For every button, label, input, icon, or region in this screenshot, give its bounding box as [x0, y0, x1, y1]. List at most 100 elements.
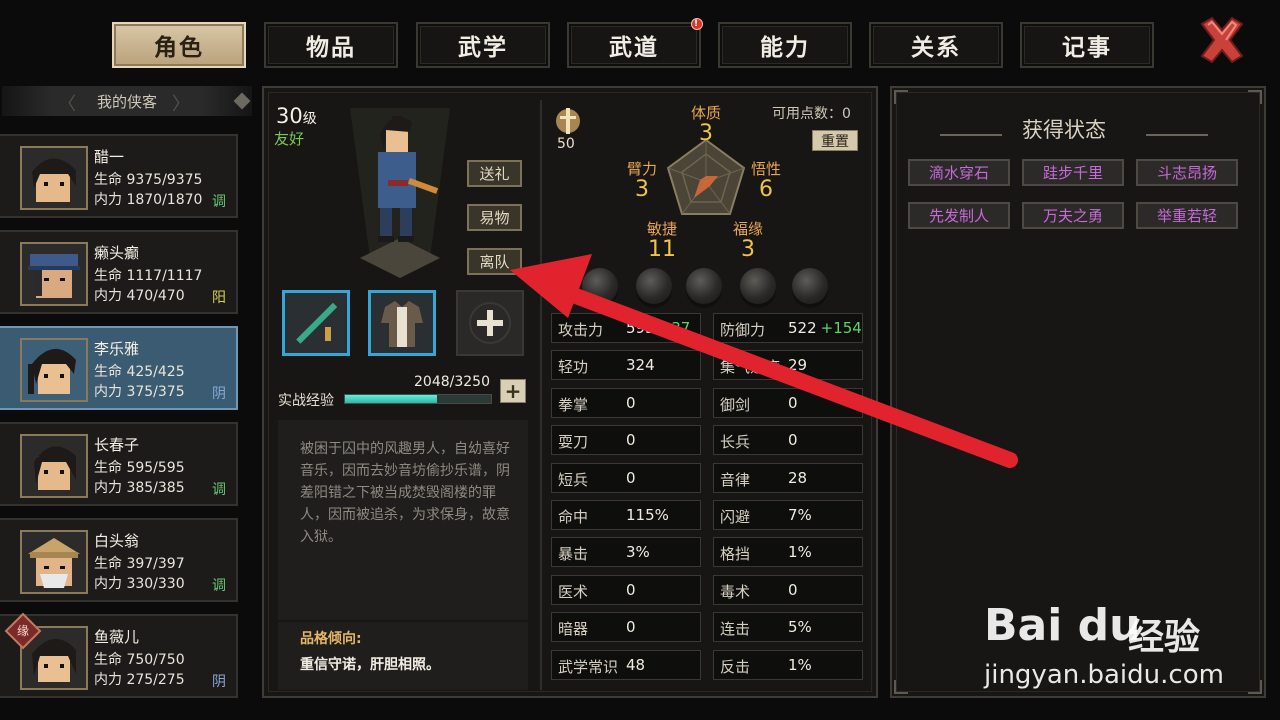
close-icon[interactable] — [1196, 14, 1248, 66]
weapon-slot[interactable] — [282, 290, 350, 356]
stat-value-text: 7% — [788, 506, 812, 524]
tab-martial-way[interactable]: 武道 ! — [567, 18, 703, 68]
stat-row: 毒术 0 — [713, 574, 863, 605]
corner-deco — [1248, 680, 1262, 694]
tab-journal[interactable]: 记事 — [1020, 22, 1154, 68]
stat-row: 御剑 0 — [713, 387, 863, 418]
stat-value: 1% — [788, 656, 812, 674]
stat-value-text: 3% — [626, 543, 650, 562]
trade-button[interactable]: 易物 — [467, 204, 522, 231]
stat-name: 暗器 — [558, 620, 589, 639]
orb-slot[interactable] — [582, 268, 618, 304]
gift-button[interactable]: 送礼 — [467, 160, 522, 187]
stat-value-text: 0 — [788, 580, 798, 599]
stat-row: 连击 5% — [713, 612, 863, 643]
exp-progress-bar — [344, 394, 492, 404]
exp-progress-fill — [345, 395, 437, 403]
member-mp: 内力 470/470 — [94, 288, 185, 304]
member-hp: 生命 750/750 — [94, 652, 185, 668]
stat-value: 522 +154 — [788, 319, 862, 337]
member-name: 鱼薇儿 — [94, 628, 140, 646]
status-chip[interactable]: 滴水穿石 — [908, 159, 1010, 186]
orb-slot[interactable] — [792, 268, 828, 304]
list-item-member[interactable]: 缘 鱼薇儿 生命 750/750 内力 275/275 阴 — [0, 612, 238, 698]
stat-name: 闪避 — [720, 508, 751, 526]
stat-row: 防御力 522 +154 — [713, 313, 863, 343]
tab-martial-arts[interactable]: 武学 — [416, 22, 550, 68]
orb-slot[interactable] — [686, 268, 722, 304]
stat-name: 耍刀 — [558, 433, 589, 452]
add-exp-button[interactable]: + — [500, 379, 526, 403]
alert-badge: ! — [691, 18, 703, 30]
stat-value-text: 0 — [626, 580, 636, 599]
list-item-member[interactable]: 醋一 生命 9375/9375 内力 1870/1870 调 — [0, 134, 238, 218]
list-item-member[interactable]: 长春子 生命 595/595 内力 385/385 调 — [0, 422, 238, 506]
attr-name: 悟性 — [750, 160, 781, 178]
reset-button[interactable]: 重置 — [812, 130, 858, 151]
stat-value: 0 — [626, 618, 636, 636]
attr-value: 3 — [699, 121, 713, 146]
tab-relations[interactable]: 关系 — [869, 22, 1003, 68]
member-tag: 调 — [212, 194, 226, 210]
stat-name: 音律 — [720, 470, 751, 489]
stat-value-text: 48 — [626, 655, 646, 674]
status-chip[interactable]: 斗志昂扬 — [1136, 159, 1238, 186]
level-number: 30 — [276, 104, 303, 128]
member-hp: 生命 9375/9375 — [94, 172, 203, 188]
watermark-brand: 经验 — [1128, 617, 1201, 658]
trait-title: 品格倾向: — [300, 631, 362, 647]
member-hp: 生命 397/397 — [94, 556, 185, 572]
list-item-member[interactable]: 癞头癫 生命 1117/1117 内力 470/470 阳 — [0, 230, 238, 314]
tab-martial-way-label: 武道 — [609, 35, 659, 61]
member-tag: 阴 — [212, 674, 226, 690]
flute-icon — [296, 302, 338, 344]
status-chip[interactable]: 先发制人 — [908, 202, 1010, 229]
tab-abilities[interactable]: 能力 — [718, 22, 852, 68]
attr-name: 臂力 — [626, 160, 657, 178]
stat-value: 0 — [626, 394, 636, 412]
stat-name: 暴击 — [558, 545, 589, 564]
list-item-member[interactable]: 李乐雅 生命 425/425 内力 375/375 阴 — [0, 326, 238, 410]
attr-agility: 敏捷 11 — [642, 218, 682, 261]
stat-value-text: 5% — [788, 618, 812, 637]
status-chip[interactable]: 万夫之勇 — [1022, 202, 1124, 229]
stat-name: 御剑 — [720, 395, 751, 414]
list-item-member[interactable]: 白头翁 生命 397/397 内力 330/330 调 — [0, 518, 238, 602]
stat-name: 轻功 — [558, 358, 589, 377]
exp-label: 实战经验 — [278, 393, 334, 409]
stat-name: 命中 — [558, 508, 589, 526]
stat-value-text: 595 — [626, 319, 655, 337]
status-chip[interactable]: 举重若轻 — [1136, 202, 1238, 229]
stat-value-text: 115% — [626, 506, 669, 524]
stat-name: 医术 — [558, 582, 589, 601]
accessory-slot[interactable] — [456, 290, 524, 356]
orb-slot[interactable] — [740, 268, 776, 304]
fame-icon — [556, 108, 580, 134]
member-mp: 内力 375/375 — [94, 384, 185, 400]
level-unit: 级 — [302, 111, 317, 127]
stat-name: 格挡 — [720, 545, 751, 564]
status-panel-title: 获得状态 — [1022, 118, 1106, 142]
stat-name: 攻击力 — [558, 321, 604, 339]
stat-value: 5% — [788, 618, 812, 636]
stat-name: 防御力 — [720, 321, 766, 339]
tab-character[interactable]: 角色 — [112, 22, 246, 68]
armor-slot[interactable] — [368, 290, 436, 356]
avatar — [20, 530, 88, 594]
attribute-radar — [666, 138, 746, 215]
trait-text: 重信守诺，肝胆相照。 — [300, 657, 440, 673]
tab-items[interactable]: 物品 — [264, 22, 398, 68]
watermark-url: jingyan.baidu.com — [984, 660, 1224, 690]
member-name: 癞头癫 — [94, 244, 140, 262]
available-points: 可用点数：0 — [772, 106, 851, 122]
member-tag: 调 — [212, 482, 226, 498]
fate-badge-label: 缘 — [16, 624, 29, 638]
character-portrait — [350, 108, 450, 278]
leave-party-button[interactable]: 离队 — [467, 248, 522, 275]
stat-value-text: 1% — [788, 543, 812, 562]
status-chip[interactable]: 跬步千里 — [1022, 159, 1124, 186]
orb-slot[interactable] — [636, 268, 672, 304]
stat-row: 集气速度 29 — [713, 350, 863, 381]
member-name: 长春子 — [94, 436, 140, 454]
left-deco-icon: 〈 — [58, 94, 76, 115]
